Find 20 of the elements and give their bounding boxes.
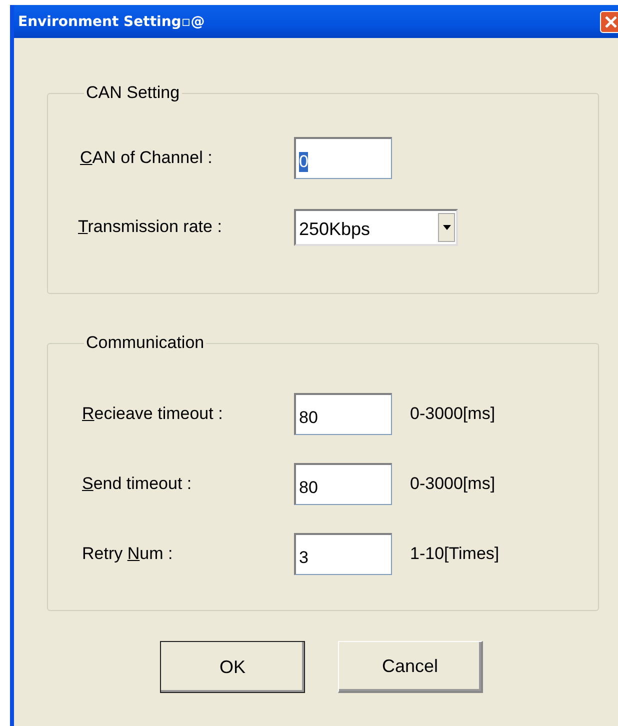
ok-button[interactable]: OK xyxy=(160,641,305,693)
text-field[interactable]: 80 xyxy=(294,463,392,505)
group-title: Communication xyxy=(85,333,206,353)
text-field[interactable]: 80 xyxy=(294,393,392,435)
text-field[interactable]: 3 xyxy=(294,533,392,575)
close-button[interactable] xyxy=(600,10,618,32)
close-icon xyxy=(605,16,617,28)
window-title: Environment Setting▫@ xyxy=(18,14,205,30)
range-hint: 0-3000[ms] xyxy=(410,404,496,424)
range-hint: 0-3000[ms] xyxy=(410,474,496,494)
field-label: Transmission rate : xyxy=(78,217,223,237)
field-label: Retry Num : xyxy=(81,544,174,564)
field-label: Send timeout : xyxy=(81,474,193,494)
range-hint: 1-10[Times] xyxy=(410,544,500,564)
field-label: Recieave timeout : xyxy=(81,404,224,424)
dropdown[interactable]: 250Kbps xyxy=(294,208,458,246)
cancel-button[interactable]: Cancel xyxy=(338,641,483,693)
text-field[interactable]: 0 xyxy=(294,137,392,179)
group-title: CAN Setting xyxy=(85,83,181,103)
field-label: CAN of Channel : xyxy=(79,148,214,168)
